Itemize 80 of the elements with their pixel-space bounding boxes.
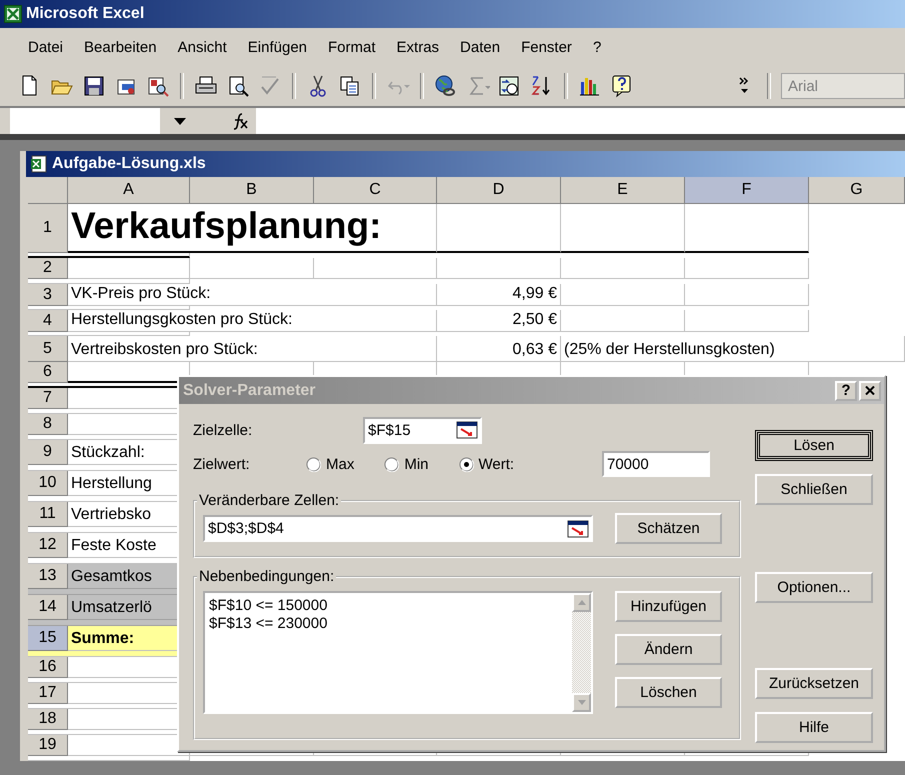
cell-reference-icon[interactable] [456,421,478,439]
up-arrow-icon [578,600,586,605]
formula-field[interactable] [256,108,905,134]
table-cell: Herstellungsgkosten pro Stück: [68,310,437,332]
dialog-button[interactable]: Schließen [755,474,873,505]
changing-cells-field[interactable]: $D$3;$D$4 [203,515,593,542]
scroll-down-button[interactable] [572,693,591,712]
menu-item[interactable]: Daten [450,36,510,58]
menu-item[interactable]: Fenster [511,36,582,58]
spreadsheet-file-icon [30,155,48,173]
window-title: Microsoft Excel [26,5,144,23]
save-icon[interactable] [82,74,106,98]
row-header[interactable]: 13 [28,564,68,588]
help-button[interactable]: ? [835,380,857,400]
constraint-button[interactable]: Ändern [615,634,722,665]
menu-item[interactable]: Einfügen [238,36,318,58]
cell-reference-icon[interactable] [567,520,589,538]
row-header[interactable]: 11 [28,502,68,526]
row-header[interactable]: 9 [28,440,68,464]
scrollbar[interactable] [572,593,591,712]
row-header[interactable]: 7 [28,388,68,409]
row-header[interactable]: 4 [28,310,68,332]
dialog-button[interactable]: Zurücksetzen [755,668,873,699]
workbook-title: Aufgabe-Lösung.xls [52,155,206,173]
spreadsheet-app-icon [4,5,22,23]
dialog-button[interactable]: Optionen... [755,572,873,603]
table-cell: Vertreibskosten pro Stück: [68,336,437,362]
table-cell: VK-Preis pro Stück: [68,284,437,306]
constraint-button[interactable]: Hinzufügen [615,591,722,622]
row-header[interactable]: 19 [28,735,68,756]
constraint-button[interactable]: Löschen [615,677,722,708]
row-header[interactable]: 2 [28,258,68,279]
dropdown-caret-icon[interactable] [174,118,186,124]
menu-item[interactable]: ? [582,36,612,58]
column-header[interactable]: E [561,177,685,204]
table-cell: 4,99 € [437,284,561,306]
menu-item[interactable]: Extras [386,36,450,58]
insert-function-icon[interactable] [232,112,250,130]
table-cell: 2,50 € [437,310,561,332]
menu-item[interactable]: Format [318,36,386,58]
row-header[interactable]: 12 [28,533,68,558]
dialog-button[interactable]: Hilfe [755,712,873,743]
row-header[interactable]: 17 [28,683,68,704]
table-cell: (25% der Herstellunsgkosten) [561,336,905,362]
row-header[interactable]: 5 [28,336,68,362]
close-icon [865,386,875,395]
row-header[interactable]: 15 [28,626,68,650]
close-button[interactable] [859,380,881,400]
column-header[interactable]: G [809,177,905,204]
scroll-up-button[interactable] [572,593,591,612]
down-arrow-icon [578,700,586,705]
column-header[interactable]: F [685,177,809,204]
menu-item[interactable]: Bearbeiten [74,36,167,58]
column-header[interactable]: A [68,177,190,204]
field-value: $F$15 [368,422,411,438]
row-header[interactable]: 18 [28,709,68,730]
guess-button[interactable]: Schätzen [615,513,722,544]
goal-value-field[interactable]: 70000 [602,451,710,477]
menu-item[interactable]: Datei [18,36,74,58]
menu-item[interactable]: Ansicht [168,36,237,58]
table-cell: Verkaufsplanung: [68,204,437,253]
column-header[interactable]: C [314,177,437,204]
target-cell-label: Zielzelle: [193,422,254,438]
dialog-title: Solver-Parameter [183,382,317,400]
radio-button[interactable]: Wert: [458,456,514,472]
row-header[interactable]: 10 [28,471,68,496]
select-all-corner[interactable] [28,177,68,204]
row-header[interactable]: 3 [28,284,68,306]
row-header[interactable]: 16 [28,657,68,678]
group-label: Nebenbedingungen: [198,568,336,585]
row-header[interactable]: 8 [28,414,68,435]
target-cell-field[interactable]: $F$15 [363,416,482,444]
table-cell: 0,63 € [437,336,561,362]
column-header[interactable]: B [190,177,314,204]
row-header[interactable]: 1 [28,204,68,253]
globe-link-icon[interactable] [434,74,458,98]
row-header[interactable]: 6 [28,362,68,382]
row-header[interactable]: 14 [28,595,68,620]
dialog-button[interactable]: Lösen [755,430,873,461]
column-header[interactable]: D [437,177,561,204]
